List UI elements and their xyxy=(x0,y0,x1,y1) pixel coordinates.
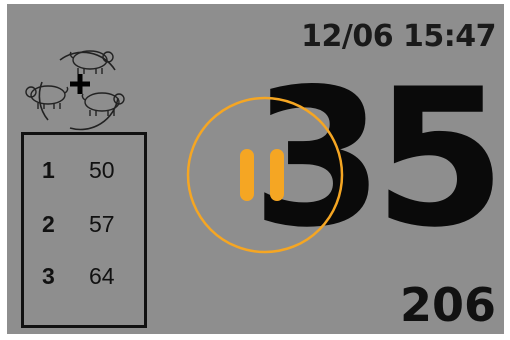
pause-icon xyxy=(240,149,284,201)
list-item: 1 50 xyxy=(24,149,144,189)
recent-values-list: 1 50 2 57 3 64 xyxy=(21,132,147,328)
pig-group-add-icon[interactable] xyxy=(20,40,130,140)
list-item-index: 2 xyxy=(42,211,55,237)
list-item-index: 1 xyxy=(42,157,55,183)
pause-button[interactable] xyxy=(184,94,346,256)
list-item-value: 50 xyxy=(89,157,115,183)
list-item: 3 64 xyxy=(24,255,144,295)
list-item-value: 64 xyxy=(89,263,115,289)
list-item-value: 57 xyxy=(89,211,115,237)
list-item: 2 57 xyxy=(24,203,144,243)
counter-screen: 12/06 15:47 1 50 2 57 3 64 35 206 xyxy=(7,4,504,334)
list-item-index: 3 xyxy=(42,263,55,289)
total-count: 206 xyxy=(399,278,496,332)
